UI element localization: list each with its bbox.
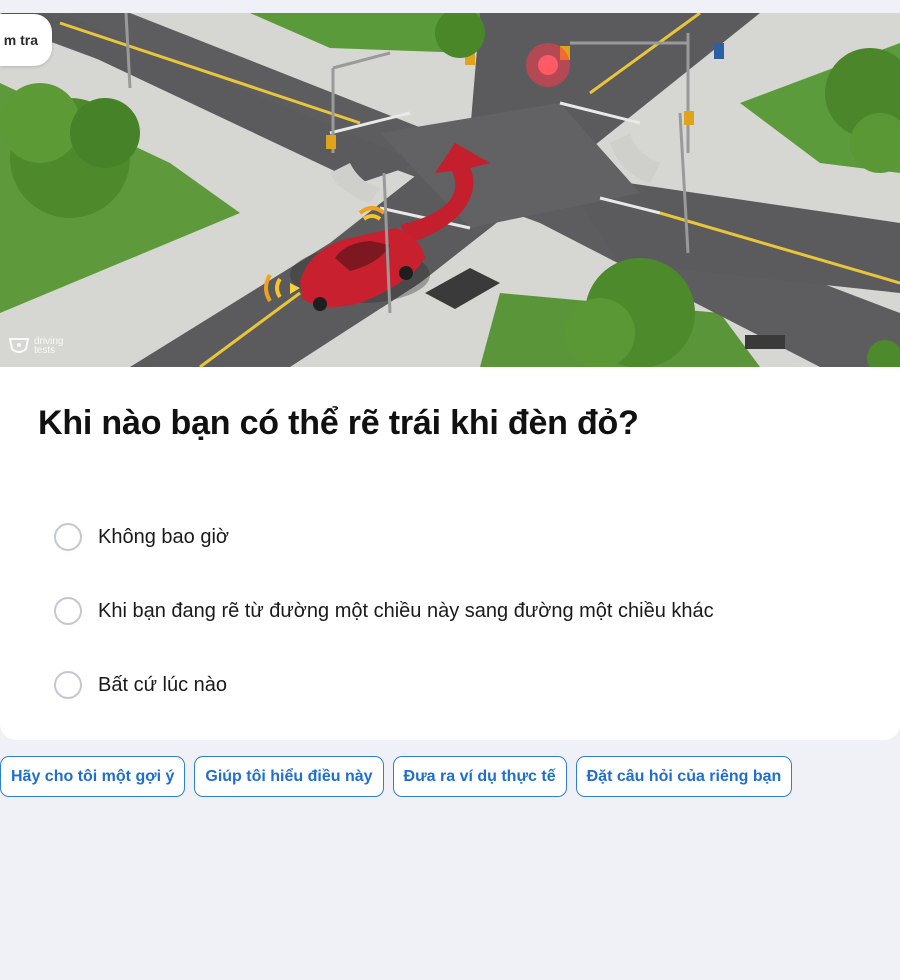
watermark-line2: tests bbox=[34, 345, 56, 356]
mode-tab-label: m tra bbox=[3, 32, 38, 48]
driving-tests-watermark: driving tests bbox=[8, 337, 63, 356]
question-text: Khi nào bạn có thể rẽ trái khi đèn đỏ? bbox=[38, 404, 639, 442]
steering-wheel-icon bbox=[8, 338, 30, 353]
help-actions: Hãy cho tôi một gợi ý Giúp tôi hiểu điều… bbox=[0, 756, 793, 797]
radio-icon[interactable] bbox=[54, 597, 82, 625]
top-strip bbox=[0, 0, 900, 13]
explain-button[interactable]: Giúp tôi hiểu điều này bbox=[194, 756, 384, 797]
radio-icon[interactable] bbox=[54, 671, 82, 699]
radio-icon[interactable] bbox=[54, 523, 82, 551]
answer-label: Không bao giờ bbox=[98, 525, 229, 548]
answer-option-1[interactable]: Không bao giờ bbox=[54, 500, 894, 574]
real-example-button[interactable]: Đưa ra ví dụ thực tế bbox=[392, 756, 567, 797]
answer-option-2[interactable]: Khi bạn đang rẽ từ đường một chiều này s… bbox=[54, 574, 894, 648]
intersection-illustration bbox=[0, 13, 900, 367]
hint-button[interactable]: Hãy cho tôi một gợi ý bbox=[0, 756, 186, 797]
mode-tab[interactable]: m tra bbox=[0, 14, 52, 66]
ask-own-question-button[interactable]: Đặt câu hỏi của riêng bạn bbox=[575, 756, 793, 797]
answer-label: Khi bạn đang rẽ từ đường một chiều này s… bbox=[98, 599, 714, 622]
answer-list: Không bao giờ Khi bạn đang rẽ từ đường m… bbox=[54, 500, 894, 722]
answer-label: Bất cứ lúc nào bbox=[98, 673, 228, 696]
answer-option-3[interactable]: Bất cứ lúc nào bbox=[54, 648, 894, 722]
question-card: driving tests m tra Khi nào bạn có thể r… bbox=[0, 0, 900, 740]
